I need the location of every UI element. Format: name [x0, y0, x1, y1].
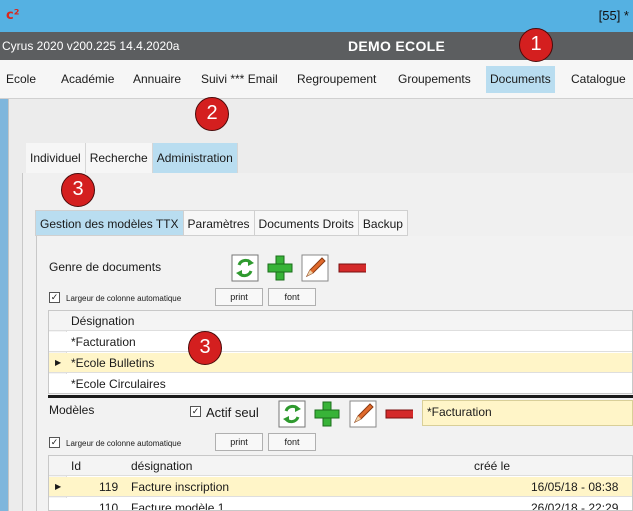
genre-filter-field[interactable]: *Facturation	[422, 400, 633, 426]
genre-row-selected[interactable]: ▶ *Ecole Bulletins	[49, 353, 632, 373]
tab-administration[interactable]: Administration	[152, 143, 238, 173]
menu-ecole[interactable]: Ecole	[6, 72, 36, 86]
auto-width-checkbox-modeles[interactable]: ✓	[49, 437, 60, 448]
genres-grid: Désignation *Facturation ▶ *Ecole Bullet…	[48, 310, 633, 394]
genre-ecole-bulletins[interactable]: *Ecole Bulletins	[71, 356, 154, 370]
refresh-icon[interactable]	[278, 400, 306, 428]
genre-title: Genre de documents	[49, 260, 162, 274]
menu-regroupement[interactable]: Regroupement	[297, 72, 376, 86]
col-designation[interactable]: Désignation	[71, 314, 134, 328]
row-selector-icon: ▶	[55, 358, 62, 367]
school-name: DEMO ECOLE	[348, 38, 446, 54]
tab-documents-droits[interactable]: Documents Droits	[253, 210, 358, 236]
auto-width-label-genres: Largeur de colonne automatique	[66, 294, 182, 303]
row-selector-icon: ▶	[55, 482, 62, 491]
version-label: Cyrus 2020 v200.225 14.4.2020a	[2, 39, 180, 53]
menu-suivi-email[interactable]: Suivi *** Email	[201, 72, 278, 86]
delete-icon[interactable]	[385, 400, 413, 428]
refresh-icon[interactable]	[231, 254, 259, 282]
tab-backup[interactable]: Backup	[357, 210, 408, 236]
col-designation[interactable]: désignation	[131, 459, 192, 473]
genres-header-row: Désignation	[49, 311, 632, 331]
window-count: [55] *	[598, 8, 629, 23]
genre-facturation[interactable]: *Facturation	[71, 335, 136, 349]
actif-seul-checkbox[interactable]: ✓	[190, 406, 201, 417]
tab-individuel[interactable]: Individuel	[26, 143, 86, 173]
annotation-badge-2: 2	[195, 97, 229, 131]
menu-documents[interactable]: Documents	[486, 66, 555, 93]
print-button-genres[interactable]: print	[215, 288, 263, 306]
genre-row[interactable]: *Facturation	[49, 332, 632, 352]
tab-parametres[interactable]: Paramètres	[182, 210, 254, 236]
delete-icon[interactable]	[338, 254, 366, 282]
documents-subtabs: Individuel Recherche Administration	[26, 143, 238, 173]
menu-academie[interactable]: Académie	[61, 72, 114, 86]
font-button-genres[interactable]: font	[268, 288, 316, 306]
auto-width-label-modeles: Largeur de colonne automatique	[66, 439, 182, 448]
annotation-badge-1: 1	[519, 28, 553, 62]
menu-catalogue[interactable]: Catalogue	[571, 72, 626, 86]
edit-icon[interactable]	[301, 254, 329, 282]
col-id[interactable]: Id	[71, 459, 81, 473]
modele-designation: Facture modèle 1	[131, 501, 225, 511]
section-divider	[48, 395, 633, 398]
modele-created: 26/02/18 - 22:29	[531, 501, 619, 511]
administration-tabs: Gestion des modèles TTX Paramètres Docum…	[35, 210, 408, 236]
print-button-modeles[interactable]: print	[215, 433, 263, 451]
modele-created: 16/05/18 - 08:38	[531, 480, 619, 494]
genre-ecole-circulaires[interactable]: *Ecole Circulaires	[71, 377, 166, 391]
modele-row[interactable]: 110 Facture modèle 1 26/02/18 - 22:29	[49, 498, 632, 511]
annotation-badge-3: 3	[61, 173, 95, 207]
tab-recherche[interactable]: Recherche	[86, 143, 153, 173]
auto-width-checkbox-genres[interactable]: ✓	[49, 292, 60, 303]
tab-gestion-modeles[interactable]: Gestion des modèles TTX	[35, 210, 183, 236]
modele-id: 119	[99, 480, 119, 494]
modele-row-selected[interactable]: ▶ 119 Facture inscription 16/05/18 - 08:…	[49, 477, 632, 497]
edit-icon[interactable]	[349, 400, 377, 428]
modele-id: 110	[99, 501, 119, 511]
annotation-badge-3b: 3	[188, 331, 222, 365]
modeles-grid: Id désignation créé le ▶ 119 Facture ins…	[48, 455, 633, 511]
menu-annuaire[interactable]: Annuaire	[133, 72, 181, 86]
menu-groupements[interactable]: Groupements	[398, 72, 471, 86]
main-menu: Ecole Académie Annuaire Suivi *** Email …	[0, 60, 633, 99]
modeles-title: Modèles	[49, 403, 95, 417]
app-icon: c²	[6, 8, 20, 23]
modele-designation: Facture inscription	[131, 480, 230, 494]
genre-row[interactable]: *Ecole Circulaires	[49, 374, 632, 393]
col-cree-le[interactable]: créé le	[474, 459, 510, 473]
actif-seul-label: Actif seul	[206, 405, 259, 420]
add-icon[interactable]	[266, 254, 294, 282]
add-icon[interactable]	[313, 400, 341, 428]
modeles-header-row: Id désignation créé le	[49, 456, 632, 476]
font-button-modeles[interactable]: font	[268, 433, 316, 451]
